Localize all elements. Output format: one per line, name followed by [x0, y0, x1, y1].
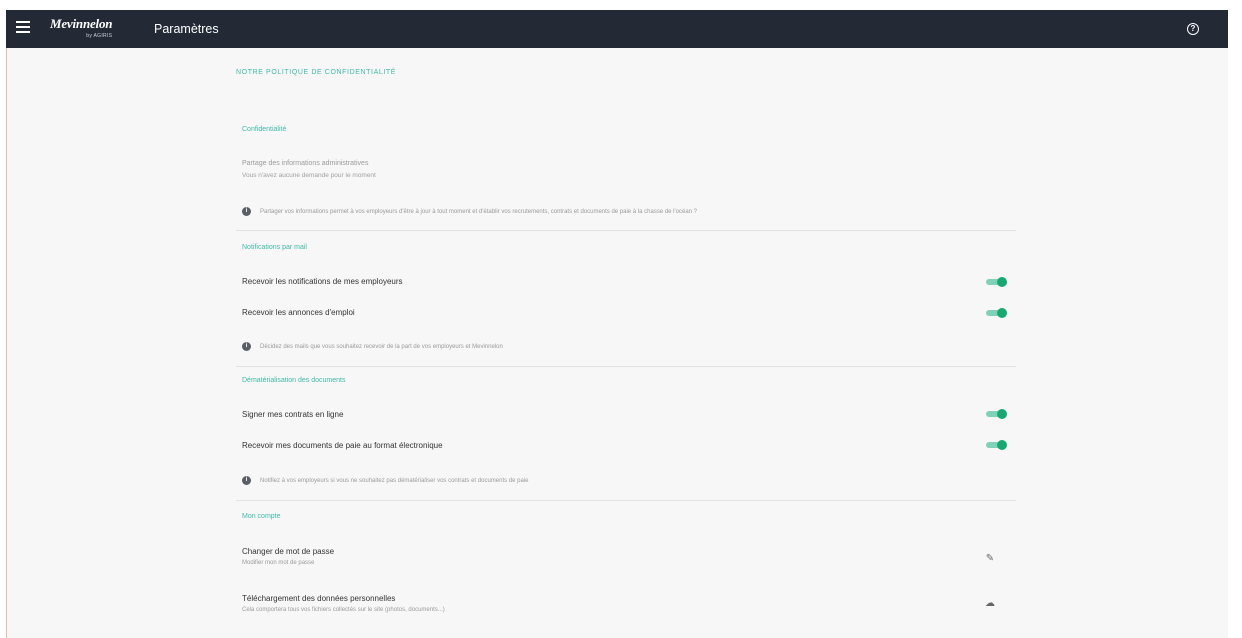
- share-info-status: Vous n'avez aucune demande pour le momen…: [242, 172, 376, 179]
- settings-content: [6, 48, 1228, 638]
- toggle-sign-contracts[interactable]: [986, 409, 1007, 419]
- help-circle-icon[interactable]: ?: [1187, 23, 1199, 35]
- divider: [236, 366, 1016, 367]
- info-confidentiality: i Partager vos informations permet à vos…: [242, 207, 697, 216]
- info-email-notifications: i Décidez des mails que vous souhaitez r…: [242, 342, 503, 351]
- info-text: Décidez des mails que vous souhaitez rec…: [260, 343, 503, 350]
- setting-label-sign-contracts: Signer mes contrats en ligne: [242, 410, 344, 419]
- section-title-email-notifications: Notifications par mail: [242, 244, 307, 251]
- divider: [236, 500, 1016, 501]
- section-title-confidentiality: Confidentialité: [242, 126, 287, 133]
- privacy-policy-link[interactable]: NOTRE POLITIQUE DE CONFIDENTIALITÉ: [236, 69, 396, 76]
- toggle-employer-notifications[interactable]: [986, 277, 1007, 287]
- change-password-label[interactable]: Changer de mot de passe: [242, 547, 334, 556]
- info-icon: i: [242, 207, 251, 216]
- hamburger-icon[interactable]: [16, 21, 30, 35]
- info-icon: i: [242, 476, 251, 485]
- download-data-sub: Cela comportera tous vos fichiers collec…: [242, 607, 445, 613]
- brand-subtitle: by AGIRIS: [86, 33, 113, 39]
- change-password-sub: Modifier mon mot de passe: [242, 560, 315, 566]
- brand-name: Mevinnelon: [50, 16, 113, 31]
- section-title-account: Mon compte: [242, 513, 281, 520]
- toggle-electronic-payslips[interactable]: [986, 440, 1007, 450]
- toggle-job-ads[interactable]: [986, 308, 1007, 318]
- info-dematerialization: i Notifiez à vos employeurs si vous ne s…: [242, 476, 528, 485]
- brand-logo[interactable]: Mevinnelon by AGIRIS: [50, 16, 112, 39]
- info-text: Partager vos informations permet à vos e…: [260, 208, 697, 215]
- top-app-bar: Mevinnelon by AGIRIS Paramètres ?: [6, 10, 1228, 48]
- download-data-label[interactable]: Téléchargement des données personnelles: [242, 594, 395, 603]
- setting-label-job-ads: Recevoir les annonces d'emploi: [242, 308, 355, 317]
- info-icon: i: [242, 342, 251, 351]
- setting-label-electronic-payslips: Recevoir mes documents de paie au format…: [242, 441, 443, 450]
- divider: [236, 230, 1016, 231]
- section-title-dematerialization: Dématérialisation des documents: [242, 377, 346, 384]
- setting-label-employer-notifications: Recevoir les notifications de mes employ…: [242, 277, 403, 286]
- info-text: Notifiez à vos employeurs si vous ne sou…: [260, 477, 529, 484]
- cloud-download-icon[interactable]: ☁: [983, 597, 997, 611]
- share-info-title: Partage des informations administratives: [242, 160, 369, 167]
- pencil-icon[interactable]: ✎: [983, 552, 997, 566]
- page-title: Paramètres: [154, 22, 219, 36]
